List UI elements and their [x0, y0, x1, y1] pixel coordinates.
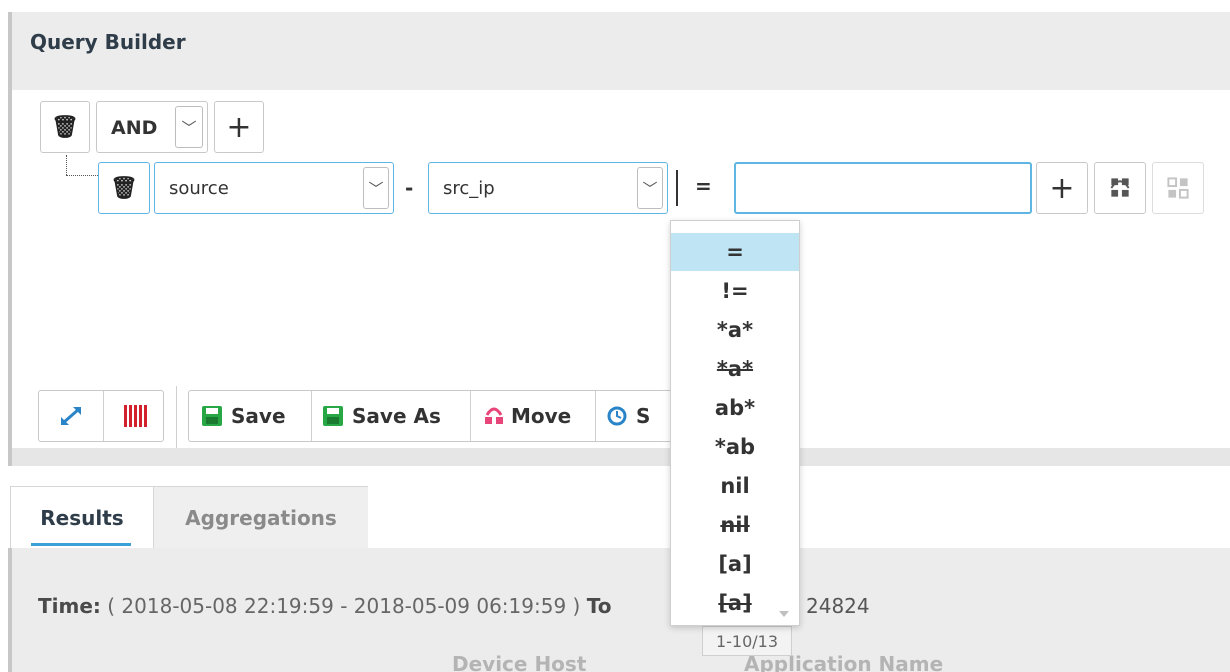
trash-icon: 🗑	[51, 114, 79, 140]
total-value: 24824	[806, 594, 870, 618]
delete-group-button[interactable]: 🗑	[40, 101, 90, 153]
subfield-select-value: src_ip	[443, 178, 495, 199]
expand-button[interactable]	[39, 391, 103, 441]
ungroup-icon	[1167, 177, 1189, 199]
results-summary: Time: ( 2018-05-08 22:19:59 - 2018-05-09…	[38, 594, 611, 618]
operator-option[interactable]: *a*	[671, 350, 799, 388]
move-icon	[485, 407, 503, 424]
field-select-value: source	[169, 178, 229, 199]
active-tab-indicator	[31, 543, 131, 546]
tab-aggregations[interactable]: Aggregations	[153, 487, 368, 548]
time-label: Time:	[38, 594, 101, 618]
group-icon	[1110, 178, 1130, 197]
trash-icon: 🗑	[110, 175, 138, 201]
panel-divider	[12, 448, 1230, 466]
columns-button[interactable]	[104, 391, 164, 441]
save-as-button[interactable]: Save As	[312, 391, 470, 441]
time-range: ( 2018-05-08 22:19:59 - 2018-05-09 06:19…	[107, 594, 581, 618]
move-button[interactable]: Move	[471, 391, 595, 441]
subfield-select-toggle[interactable]: ﹀	[637, 167, 663, 209]
tab-aggregations-label: Aggregations	[185, 505, 337, 530]
tree-connector	[66, 175, 98, 176]
group-rules-button[interactable]	[1094, 162, 1146, 214]
delete-rule-button[interactable]: 🗑	[98, 162, 150, 214]
chevron-down-icon: ﹀	[181, 118, 197, 137]
columns-icon	[124, 405, 147, 427]
result-tabs: Results Aggregations	[10, 486, 368, 548]
rule-value-input[interactable]	[734, 162, 1032, 214]
field-select[interactable]: source ﹀	[154, 162, 394, 214]
schedule-label: S	[636, 404, 651, 428]
group-operator-select[interactable]: AND ﹀	[96, 101, 208, 153]
group-operator-toggle[interactable]: ﹀	[175, 106, 203, 148]
group-operator-value: AND	[111, 117, 158, 139]
panel-title: Query Builder	[30, 30, 186, 54]
expand-icon	[61, 407, 81, 425]
text-cursor	[676, 170, 678, 206]
operator-select-value[interactable]: =	[695, 174, 712, 198]
view-toolbar	[38, 390, 164, 442]
move-label: Move	[511, 404, 572, 428]
panel-header: Query Builder	[12, 12, 1230, 90]
save-as-icon	[323, 406, 343, 426]
tab-results[interactable]: Results	[11, 487, 153, 548]
chevron-down-icon: ﹀	[368, 179, 384, 198]
tree-connector	[66, 155, 67, 175]
operator-option[interactable]: =	[671, 233, 799, 271]
save-icon	[202, 406, 222, 426]
operator-option[interactable]: *ab	[671, 428, 799, 466]
field-select-toggle[interactable]: ﹀	[363, 167, 389, 209]
operator-dropdown[interactable]: = != *a* *a* ab* *ab nil nil [a] [a]	[670, 220, 800, 626]
operator-option[interactable]: nil	[671, 467, 799, 505]
rule-dash: -	[405, 176, 414, 200]
operator-option[interactable]: [a]	[671, 545, 799, 583]
schedule-button[interactable]: S	[596, 391, 672, 441]
plus-icon: +	[226, 109, 252, 145]
refresh-icon	[607, 406, 627, 426]
total-label: To	[586, 594, 612, 618]
operator-option[interactable]: *a*	[671, 311, 799, 349]
scroll-down-icon[interactable]	[779, 611, 789, 617]
save-as-label: Save As	[352, 404, 441, 428]
subfield-select[interactable]: src_ip ﹀	[428, 162, 668, 214]
column-header-device-host[interactable]: Device Host	[452, 652, 586, 672]
save-label: Save	[231, 404, 286, 428]
toolbar-separator	[176, 386, 177, 448]
add-rule-button[interactable]: +	[214, 101, 264, 153]
save-button[interactable]: Save	[189, 391, 311, 441]
operator-option[interactable]: nil	[671, 506, 799, 544]
operator-option[interactable]: ab*	[671, 389, 799, 427]
ungroup-rules-button[interactable]	[1152, 162, 1204, 214]
operator-option[interactable]: !=	[671, 272, 799, 310]
plus-icon: +	[1049, 170, 1075, 206]
chevron-down-icon: ﹀	[642, 179, 658, 198]
pagination: 1-10/13	[702, 626, 792, 656]
add-value-button[interactable]: +	[1036, 162, 1088, 214]
tab-results-label: Results	[40, 505, 124, 530]
query-actions-toolbar: Save Save As Move S	[188, 390, 672, 442]
